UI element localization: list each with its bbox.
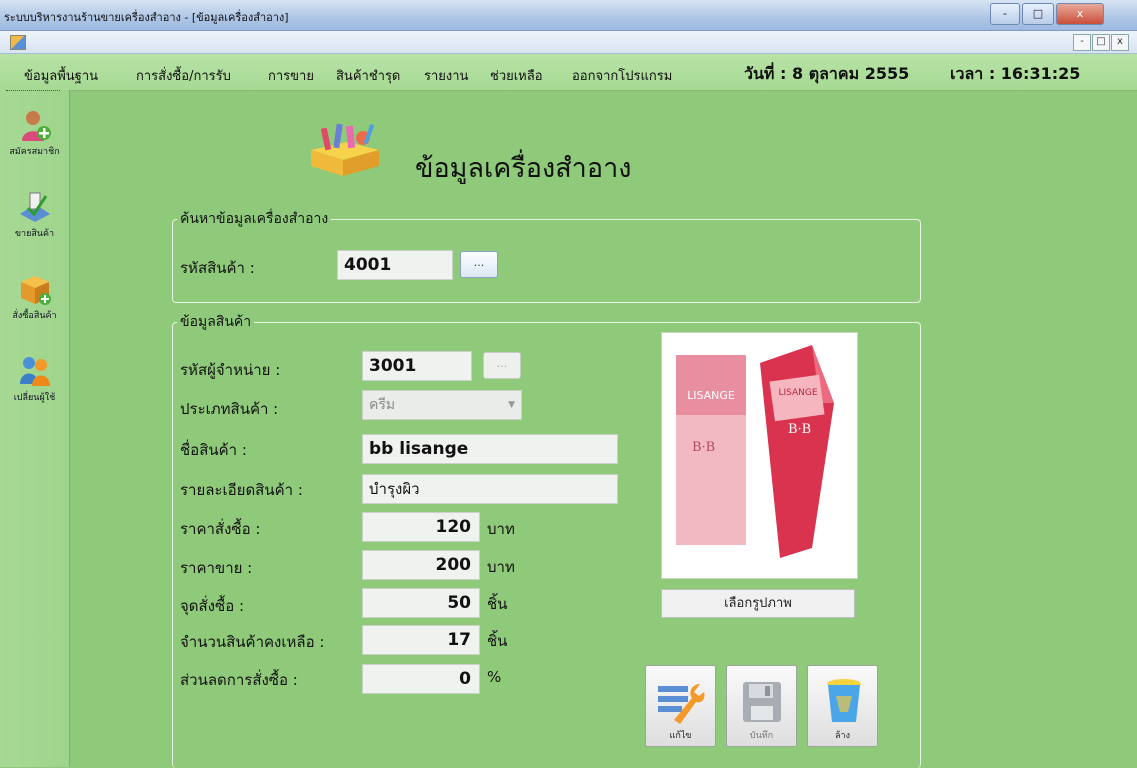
product-detail-input[interactable]: บำรุงผิว	[362, 474, 618, 504]
floppy-disk-icon	[743, 682, 781, 722]
maximize-button[interactable]: □	[1022, 3, 1054, 25]
left-toolbar: สมัครสมาชิก ขายสินค้า สั่งซื้อสินค้า เปล…	[0, 90, 70, 767]
product-detail-label: รายละเอียดสินค้า :	[180, 481, 303, 499]
sidebar-item-label: เปลี่ยนผู้ใช้	[13, 393, 56, 403]
sidebar-item-sell[interactable]: ขายสินค้า	[0, 190, 69, 240]
box-brand-text: LISANGE	[687, 389, 735, 402]
stock-remaining-unit: ชิ้น	[487, 632, 508, 650]
menu-report[interactable]: รายงาน	[424, 65, 468, 86]
trash-bin-icon	[827, 679, 861, 722]
sidebar-item-label: สมัครสมาชิก	[9, 147, 60, 157]
tube-brand-text: LISANGE	[778, 388, 817, 398]
supplier-browse-button[interactable]: ...	[483, 352, 521, 379]
switch-user-icon	[18, 354, 52, 388]
cost-price-input[interactable]: 120	[362, 512, 480, 542]
sidebar-item-register-member[interactable]: สมัครสมาชิก	[0, 108, 69, 158]
mdi-child-strip: - □ x	[0, 31, 1137, 54]
tube-bb-text: B·B	[788, 422, 811, 437]
menu-damaged-goods[interactable]: สินค้าชำรุด	[336, 65, 400, 86]
clear-button[interactable]: ล้าง	[807, 665, 878, 747]
menu-sales[interactable]: การขาย	[268, 65, 314, 86]
box-bb-text: B·B	[692, 440, 715, 455]
chevron-down-icon: ▼	[508, 400, 515, 410]
sidebar-item-label: สั่งซื้อสินค้า	[12, 311, 57, 321]
sidebar-item-label: ขายสินค้า	[14, 229, 55, 239]
menu-bar: ข้อมูลพื้นฐาน การสั่งซื้อ/การรับ การขาย …	[0, 54, 1137, 91]
window-titlebar: ระบบบริหารงานร้านขายเครื่องสำอาง - [ข้อม…	[0, 0, 1137, 31]
save-button[interactable]: บันทึก	[726, 665, 797, 747]
product-info-legend: ข้อมูลสินค้า	[177, 311, 255, 333]
clear-button-label: ล้าง	[835, 731, 850, 741]
cosmetics-box-icon	[307, 120, 383, 178]
order-box-icon	[18, 272, 52, 306]
sale-price-unit: บาท	[487, 558, 515, 576]
product-code-input[interactable]: 4001	[337, 250, 453, 280]
select-image-button[interactable]: เลือกรูปภาพ	[661, 589, 855, 618]
toolbar-divider	[6, 90, 60, 91]
menu-basic-data[interactable]: ข้อมูลพื้นฐาน	[24, 65, 98, 86]
product-type-select[interactable]: ครีม ▼	[362, 390, 522, 420]
product-name-label: ชื่อสินค้า :	[180, 441, 247, 459]
product-image: LISANGE B·B LISANGE B·B	[661, 332, 858, 579]
cost-price-label: ราคาสั่งซื้อ :	[180, 520, 261, 538]
reorder-point-label: จุดสั่งซื้อ :	[180, 597, 245, 615]
order-discount-label: ส่วนลดการสั่งซื้อ :	[180, 671, 298, 689]
mdi-minimize-button[interactable]: -	[1073, 34, 1091, 51]
product-type-value: ครีม	[369, 397, 396, 413]
app-icon	[10, 35, 26, 50]
order-discount-input[interactable]: 0	[362, 664, 480, 694]
product-type-label: ประเภทสินค้า :	[180, 400, 279, 418]
edit-button-label: แก้ไข	[669, 731, 692, 741]
sidebar-item-order-goods[interactable]: สั่งซื้อสินค้า	[0, 272, 69, 322]
mdi-close-button[interactable]: x	[1111, 34, 1129, 51]
cost-price-unit: บาท	[487, 520, 515, 538]
menu-help[interactable]: ช่วยเหลือ	[490, 65, 543, 86]
product-name-input[interactable]: bb lisange	[362, 434, 618, 464]
save-button-label: บันทึก	[749, 731, 774, 741]
menu-exit[interactable]: ออกจากโปรแกรม	[572, 65, 672, 86]
edit-button[interactable]: แก้ไข	[645, 665, 716, 747]
current-date: วันที่ : 8 ตุลาคม 2555	[744, 64, 910, 83]
search-group	[172, 219, 921, 303]
sell-icon	[18, 190, 52, 224]
sale-price-input[interactable]: 200	[362, 550, 480, 580]
menu-order-receive[interactable]: การสั่งซื้อ/การรับ	[136, 65, 231, 86]
product-browse-button[interactable]: ...	[460, 251, 498, 278]
sidebar-item-switch-user[interactable]: เปลี่ยนผู้ใช้	[0, 354, 69, 404]
supplier-code-label: รหัสผู้จำหน่าย :	[180, 361, 281, 379]
stock-remaining-label: จำนวนสินค้าคงเหลือ :	[180, 633, 325, 651]
minimize-button[interactable]: -	[990, 3, 1020, 25]
product-code-label: รหัสสินค้า :	[180, 259, 255, 277]
supplier-code-input[interactable]: 3001	[362, 351, 472, 381]
close-button[interactable]: x	[1056, 3, 1104, 25]
search-group-legend: ค้นหาข้อมูลเครื่องสำอาง	[177, 208, 332, 230]
edit-tools-icon	[658, 684, 705, 724]
mdi-restore-button[interactable]: □	[1092, 34, 1110, 51]
reorder-point-input[interactable]: 50	[362, 588, 480, 618]
sale-price-label: ราคาขาย :	[180, 559, 253, 577]
reorder-point-unit: ชิ้น	[487, 595, 508, 613]
stock-remaining-input[interactable]: 17	[362, 625, 480, 655]
page-title: ข้อมูลเครื่องสำอาง	[415, 153, 632, 184]
window-title: ระบบบริหารงานร้านขายเครื่องสำอาง - [ข้อม…	[4, 11, 289, 24]
order-discount-unit: %	[487, 668, 502, 686]
current-time: เวลา : 16:31:25	[950, 64, 1081, 83]
add-member-icon	[18, 108, 52, 142]
